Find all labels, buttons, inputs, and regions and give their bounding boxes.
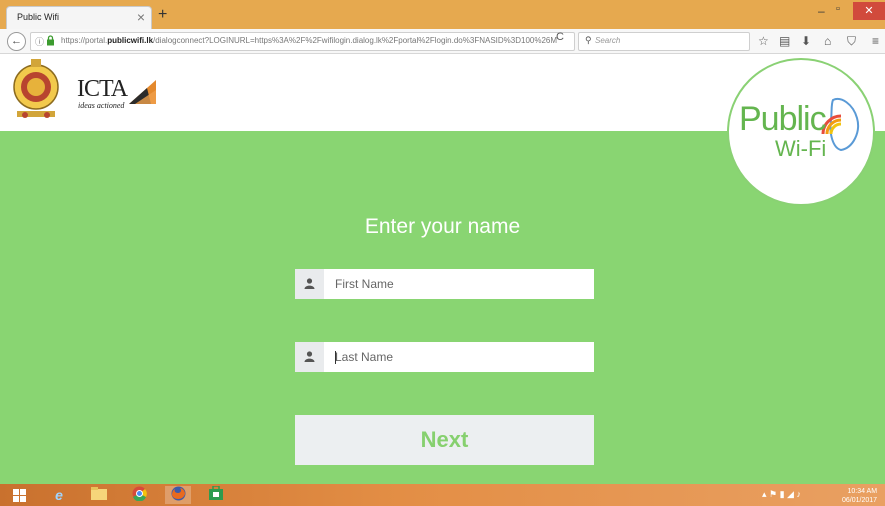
pocket-icon[interactable]: ⛉ (847, 33, 856, 49)
browser-tab[interactable]: Public Wifi × (6, 6, 152, 29)
clock-time: 10:34 AM (847, 488, 878, 495)
tab-close-icon[interactable]: × (137, 9, 145, 25)
icta-logo: ICTA ideas actioned (77, 76, 156, 110)
url-prefix: https://portal. (61, 36, 108, 45)
first-name-input[interactable] (324, 269, 594, 299)
windows-start-icon[interactable] (13, 489, 26, 502)
last-name-input[interactable] (324, 342, 594, 372)
reading-list-icon[interactable]: ▤ (779, 33, 790, 49)
home-icon[interactable]: ⌂ (824, 33, 831, 49)
window-close-button[interactable]: ✕ (853, 2, 885, 20)
first-name-field (295, 269, 594, 299)
search-placeholder: Search (595, 36, 621, 45)
last-name-field (295, 342, 594, 372)
back-button[interactable]: ← (7, 32, 26, 51)
icta-logo-text: ICTA (77, 76, 128, 102)
wifi-logo-wifi: Wi-Fi (775, 136, 827, 161)
ie-icon[interactable]: e (46, 486, 72, 504)
chrome-icon[interactable] (126, 486, 152, 504)
last-name-user-icon (295, 342, 324, 372)
next-button[interactable]: Next (295, 415, 594, 465)
new-tab-button[interactable]: + (158, 7, 167, 23)
browser-navbar: ← ⓘ https://portal.publicwifi.lk/dialogc… (0, 29, 885, 54)
star-icon[interactable]: ☆ (758, 33, 769, 49)
url-text[interactable]: https://portal.publicwifi.lk/dialogconne… (61, 36, 557, 45)
file-explorer-icon[interactable] (86, 486, 112, 504)
search-bar[interactable]: ⚲ Search (578, 32, 750, 51)
firefox-icon[interactable] (165, 486, 191, 504)
text-caret (335, 351, 336, 364)
sri-lanka-emblem-icon (13, 59, 59, 118)
window-minimize-button[interactable]: – (818, 4, 825, 18)
tab-title: Public Wifi (17, 12, 60, 22)
form-heading: Enter your name (364, 215, 521, 238)
clock-date: 06/01/2017 (842, 497, 878, 504)
window-maximize-button[interactable]: ▫ (836, 3, 848, 15)
info-icon[interactable]: ⓘ (35, 35, 44, 48)
public-wifi-logo: Public Wi-Fi (727, 58, 875, 206)
icta-mark-icon (129, 80, 156, 104)
search-icon: ⚲ (585, 35, 592, 45)
system-tray-icons[interactable]: ▴ ⚑ ▮ ◢ ♪ (762, 489, 801, 500)
store-icon[interactable] (203, 485, 229, 504)
wifi-logo-public: Public (739, 100, 827, 138)
windows-taskbar: e ▴ ⚑ ▮ ◢ ♪ 10:34 AM 06/01/2017 (0, 484, 885, 506)
address-bar[interactable]: ⓘ https://portal.publicwifi.lk/dialogcon… (30, 32, 575, 51)
url-host: publicwifi.lk (107, 36, 154, 45)
menu-icon[interactable]: ≡ (872, 33, 879, 49)
reload-icon[interactable]: C (556, 29, 564, 46)
clock[interactable]: 10:34 AM 06/01/2017 (842, 487, 877, 505)
lock-icon (47, 35, 54, 46)
browser-titlebar: Public Wifi × + – ▫ ✕ (0, 0, 885, 29)
icta-tagline: ideas actioned (78, 101, 125, 110)
first-name-user-icon (295, 269, 324, 299)
download-icon[interactable]: ⬇ (801, 33, 811, 49)
url-path: /dialogconnect?LOGINURL=https%3A%2F%2Fwi… (153, 36, 558, 45)
